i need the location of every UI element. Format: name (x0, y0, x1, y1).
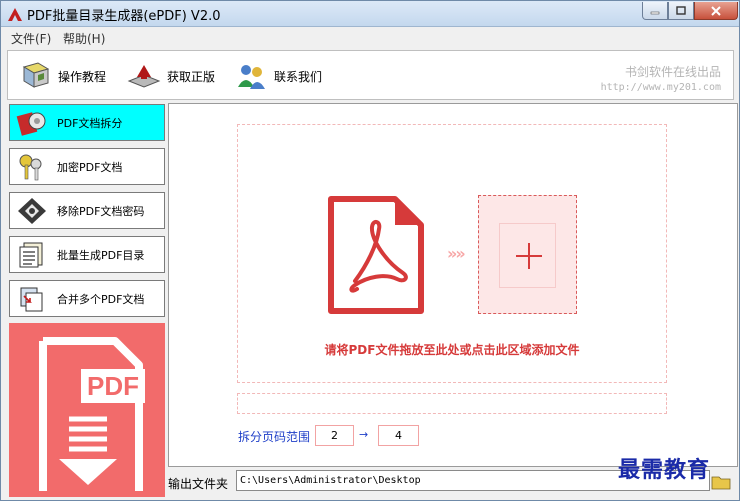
range-to-input[interactable]: 4 (378, 425, 419, 446)
sidebar-item-batch-toc[interactable]: 批量生成PDF目录 (9, 236, 165, 273)
plus-icon (516, 243, 542, 269)
pdf-file-icon (328, 196, 424, 314)
app-logo-icon (8, 8, 22, 21)
close-button[interactable] (694, 2, 738, 20)
add-file-button[interactable] (478, 195, 577, 314)
sidebar-item-label: 合并多个PDF文档 (57, 292, 145, 306)
split-pdf-icon (15, 106, 49, 140)
unlock-icon (15, 194, 49, 228)
brand-info: 书剑软件在线出品 http://www.my201.com (601, 63, 721, 93)
license-icon (127, 65, 161, 88)
tutorial-icon (22, 62, 50, 88)
sidebar-item-label: PDF文档拆分 (57, 116, 123, 130)
range-arrow-icon: → (359, 428, 369, 441)
tutorial-label: 操作教程 (58, 69, 107, 84)
folder-browse-icon[interactable] (711, 474, 731, 490)
pdf-logo-graphic: PDF (39, 337, 145, 491)
keys-icon (15, 150, 49, 184)
sidebar-item-label: 移除PDF文档密码 (57, 204, 145, 218)
sidebar-pdf-logo: PDF (9, 323, 165, 497)
status-zone (237, 393, 667, 414)
sidebar-logo-text: PDF (87, 371, 139, 401)
contact-button[interactable]: 联系我们 (234, 61, 322, 91)
sidebar-item-label: 加密PDF文档 (57, 160, 123, 174)
contact-icon (238, 65, 265, 89)
get-license-button[interactable]: 获取正版 (127, 61, 215, 91)
sidebar-item-remove-password[interactable]: 移除PDF文档密码 (9, 192, 165, 229)
sidebar-item-merge-pdf[interactable]: 合并多个PDF文档 (9, 280, 165, 317)
split-range-label: 拆分页码范围 (238, 430, 311, 444)
range-from-input[interactable]: 2 (315, 425, 354, 446)
minimize-icon (650, 11, 660, 14)
watermark-text: 最需教育 (618, 457, 711, 483)
toolbar: 操作教程 获取正版 联系我们 书剑软件在线出品 http://www.my201… (7, 50, 734, 100)
document-list-icon (15, 238, 49, 272)
menu-help[interactable]: 帮助(H) (63, 30, 105, 47)
get-license-label: 获取正版 (167, 69, 216, 84)
menu-bar: 文件(F) 帮助(H) (1, 28, 739, 48)
menu-file[interactable]: 文件(F) (11, 30, 51, 47)
sidebar-item-encrypt-pdf[interactable]: 加密PDF文档 (9, 148, 165, 185)
brand-url: http://www.my201.com (600, 82, 721, 93)
minimize-button[interactable] (642, 2, 668, 20)
tutorial-button[interactable]: 操作教程 (20, 61, 106, 91)
sidebar-item-label: 批量生成PDF目录 (57, 248, 145, 262)
contact-label: 联系我们 (274, 69, 323, 84)
merge-icon (15, 282, 49, 316)
window-title: PDF批量目录生成器(ePDF) V2.0 (27, 9, 221, 24)
arrows-indicator: »» (447, 244, 466, 263)
drop-instruction: 请将PDF文件拖放至此处或点击此区域添加文件 (324, 343, 580, 357)
title-bar: PDF批量目录生成器(ePDF) V2.0 (1, 1, 739, 27)
maximize-button[interactable] (668, 2, 694, 20)
maximize-icon (676, 6, 686, 15)
sidebar-item-split-pdf[interactable]: PDF文档拆分 (9, 104, 165, 141)
output-folder-label: 输出文件夹 (168, 477, 229, 491)
close-icon (711, 5, 721, 16)
brand-name: 书剑软件在线出品 (624, 65, 721, 79)
